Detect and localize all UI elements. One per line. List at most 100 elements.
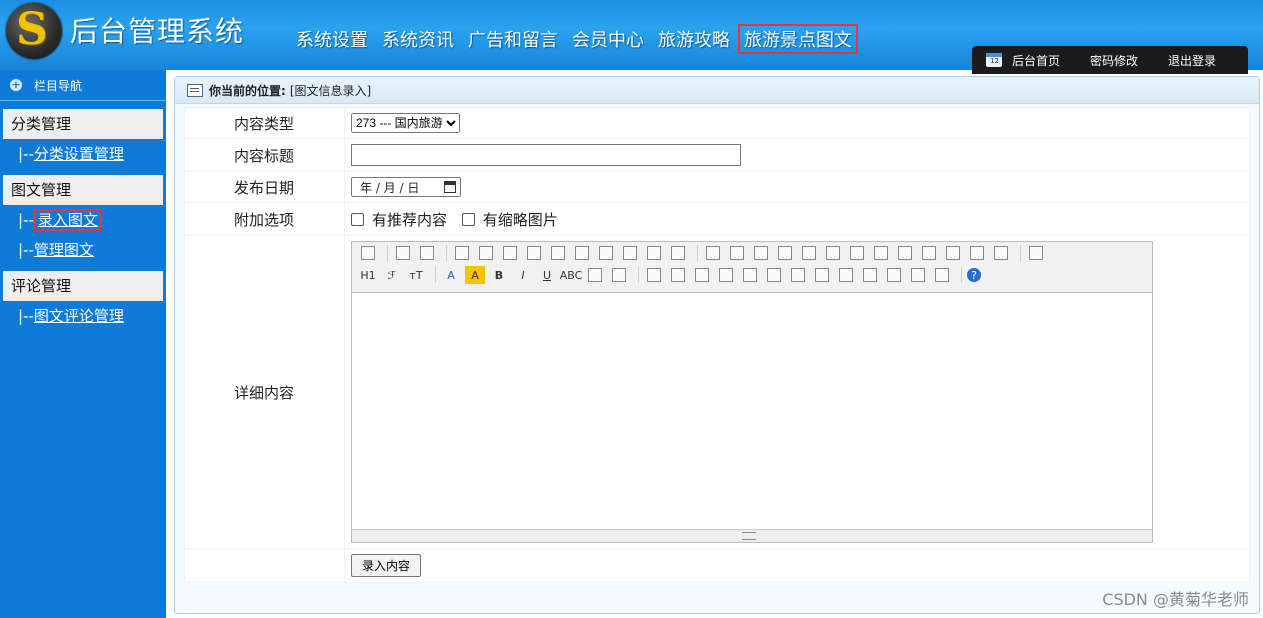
thumbnail-checkbox[interactable]: 有缩略图片	[461, 209, 558, 230]
justify-icon[interactable]	[775, 244, 795, 262]
flash-icon[interactable]	[668, 266, 688, 284]
logout-button[interactable]: 退出登录	[1168, 52, 1216, 69]
align-left-icon[interactable]	[703, 244, 723, 262]
table-insert-icon[interactable]	[716, 266, 736, 284]
align-right-glyph	[754, 246, 768, 260]
pagebreak-icon[interactable]	[860, 266, 880, 284]
nav-system-news[interactable]: 系统资讯	[376, 24, 460, 54]
checkbox-box[interactable]	[351, 212, 364, 226]
header-tools: 后台首页 密码修改 退出登录	[972, 46, 1248, 74]
ordered-list-icon[interactable]	[799, 244, 819, 262]
subscript-icon[interactable]	[895, 244, 915, 262]
format-brush-icon[interactable]	[967, 244, 987, 262]
image-gallery-icon[interactable]	[836, 266, 856, 284]
fullscreen-icon[interactable]	[1026, 244, 1046, 262]
nav-system-settings[interactable]: 系统设置	[290, 24, 374, 54]
preview-icon[interactable]	[452, 244, 472, 262]
eraser-icon[interactable]	[609, 266, 629, 284]
rich-text-editor: H1 ℱᴛT A A B I U ABC?	[351, 241, 1153, 543]
strikethrough-icon[interactable]: ABC	[560, 266, 583, 284]
anchor-icon[interactable]	[884, 266, 904, 284]
hr-icon[interactable]	[788, 266, 808, 284]
italic-icon[interactable]: I	[513, 266, 533, 284]
align-right-icon[interactable]	[751, 244, 771, 262]
change-password-button[interactable]: 密码修改	[1090, 52, 1138, 69]
source-icon[interactable]	[358, 244, 378, 262]
media-icon[interactable]	[692, 266, 712, 284]
paste-html-icon[interactable]	[668, 244, 688, 262]
line-height-icon[interactable]	[585, 266, 605, 284]
editor-content-area[interactable]	[352, 292, 1152, 531]
link-article-comments[interactable]: 图文评论管理	[34, 307, 124, 325]
sidebar-group-articles[interactable]: 图文管理	[3, 175, 163, 205]
unlink-icon[interactable]	[932, 266, 952, 284]
nav-member-center[interactable]: 会员中心	[566, 24, 650, 54]
submit-button[interactable]: 录入内容	[351, 554, 422, 577]
recommend-checkbox[interactable]: 有推荐内容	[351, 209, 447, 230]
nav-scenic-spots[interactable]: 旅游景点图文	[738, 24, 858, 54]
paste-text-icon[interactable]	[620, 244, 640, 262]
nav-travel-guide[interactable]: 旅游攻略	[652, 24, 736, 54]
attach-icon[interactable]	[740, 266, 760, 284]
emoticon-icon[interactable]	[812, 266, 832, 284]
size-icon[interactable]: ᴛT	[406, 266, 426, 284]
align-center-icon[interactable]	[727, 244, 747, 262]
indent-icon[interactable]	[847, 244, 867, 262]
superscript-glyph	[922, 246, 936, 260]
sidebar-group-comments[interactable]: 评论管理	[3, 271, 163, 301]
date-placeholder: 年 / 月 / 日	[360, 180, 420, 195]
superscript-icon[interactable]	[919, 244, 939, 262]
link-icon[interactable]	[908, 266, 928, 284]
copy-icon[interactable]	[572, 244, 592, 262]
title-input[interactable]	[351, 144, 741, 166]
link-category-settings[interactable]: 分类设置管理	[34, 145, 124, 163]
paste-glyph	[599, 246, 613, 260]
date-input[interactable]: 年 / 月 / 日	[351, 177, 461, 197]
image-icon[interactable]	[644, 266, 664, 284]
paste-icon[interactable]	[596, 244, 616, 262]
source-glyph	[361, 246, 375, 260]
word-icon[interactable]	[524, 244, 544, 262]
title-label: 内容标题	[184, 138, 345, 172]
link-add-article[interactable]: 录入图文	[33, 209, 102, 231]
redo-icon[interactable]	[417, 244, 437, 262]
table-icon[interactable]	[764, 266, 784, 284]
bold-icon[interactable]: B	[489, 266, 509, 284]
calendar-icon[interactable]	[444, 181, 456, 193]
home-button[interactable]: 后台首页	[986, 52, 1060, 69]
eraser-glyph	[612, 268, 626, 282]
image-gallery-glyph	[839, 268, 853, 282]
subscript-glyph	[898, 246, 912, 260]
home-label: 后台首页	[1012, 53, 1061, 68]
cut-icon[interactable]	[548, 244, 568, 262]
hr-glyph	[791, 268, 805, 282]
unordered-list-icon[interactable]	[823, 244, 843, 262]
clear-format-icon[interactable]	[943, 244, 963, 262]
select-all-icon[interactable]	[991, 244, 1011, 262]
content-type-select[interactable]: 273 --- 国内旅游	[351, 113, 460, 133]
link-manage-article[interactable]: 管理图文	[34, 241, 94, 259]
editor-resize-handle[interactable]	[352, 529, 1152, 542]
table-insert-glyph	[719, 268, 733, 282]
template-icon[interactable]	[500, 244, 520, 262]
sidebar-item-manage-article: |--管理图文	[0, 235, 166, 265]
unlink-glyph	[935, 268, 949, 282]
undo-icon[interactable]	[393, 244, 413, 262]
font-color-icon[interactable]: A	[441, 266, 461, 284]
paste-word-icon[interactable]	[644, 244, 664, 262]
anchor-glyph	[887, 268, 901, 282]
sidebar-group-category[interactable]: 分类管理	[3, 109, 163, 139]
H1-icon[interactable]: H1	[358, 266, 378, 284]
outdent-icon[interactable]	[871, 244, 891, 262]
help-icon[interactable]: ?	[967, 268, 981, 282]
editor-toolbar-row-1	[352, 242, 1152, 264]
font-icon[interactable]: ℱ	[382, 266, 402, 284]
word-glyph	[527, 246, 541, 260]
preview-glyph	[455, 246, 469, 260]
nav-ads-messages[interactable]: 广告和留言	[462, 24, 564, 54]
detail-label: 详细内容	[184, 235, 345, 549]
underline-icon[interactable]: U	[537, 266, 557, 284]
highlight-icon[interactable]: A	[465, 266, 485, 284]
print-icon[interactable]	[476, 244, 496, 262]
checkbox-box[interactable]	[461, 212, 475, 226]
